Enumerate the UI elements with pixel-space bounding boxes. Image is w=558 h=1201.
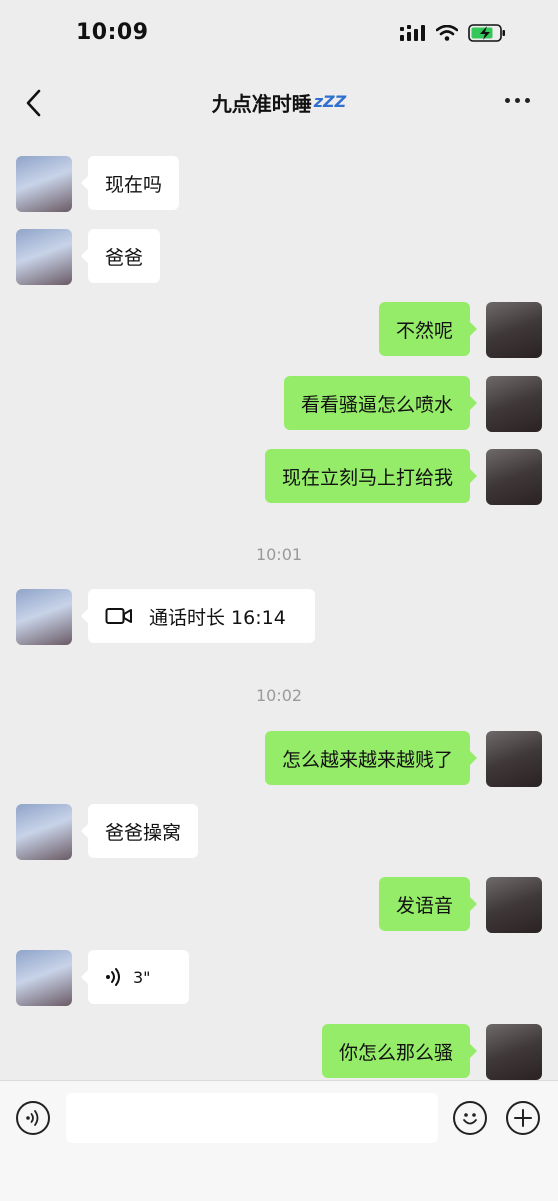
- message-text: 不然呢: [395, 319, 453, 342]
- message-bubble[interactable]: 现在吗: [80, 156, 180, 210]
- message-bubble[interactable]: 不然呢: [378, 302, 478, 356]
- sleeping-emoji: zZZ: [313, 92, 347, 111]
- message-text: 现在吗: [105, 173, 163, 196]
- signal-icon: [400, 25, 425, 41]
- status-bar: 10:09: [0, 0, 558, 70]
- message-bubble[interactable]: 爸爸操窝: [80, 804, 199, 858]
- message-text: 看看骚逼怎么喷水: [300, 393, 453, 416]
- avatar[interactable]: [16, 229, 72, 285]
- avatar[interactable]: [486, 877, 542, 933]
- voice-message[interactable]: 3": [81, 950, 189, 1004]
- avatar[interactable]: [16, 950, 72, 1006]
- message-input[interactable]: [66, 1093, 438, 1143]
- avatar[interactable]: [486, 1024, 542, 1080]
- avatar[interactable]: [486, 302, 542, 358]
- avatar[interactable]: [486, 376, 542, 432]
- message-bubble[interactable]: 爸爸: [80, 229, 161, 283]
- message-bubble[interactable]: 怎么越来越来越贱了: [264, 731, 478, 785]
- avatar[interactable]: [486, 449, 542, 505]
- avatar[interactable]: [16, 589, 72, 645]
- voice-toggle-icon[interactable]: [16, 1101, 50, 1135]
- message-text: 怎么越来越来越贱了: [281, 748, 453, 771]
- status-icons: [400, 24, 506, 42]
- message-bubble[interactable]: 现在立刻马上打给我: [264, 449, 478, 503]
- message-list: 现在吗 爸爸 不然呢 看看骚逼怎么喷水 现在立刻马上打给我 10:01 通话时长…: [0, 138, 558, 1080]
- chat-header: 九点准时睡 zZZ: [0, 70, 558, 138]
- message-text: 现在立刻马上打给我: [281, 466, 453, 489]
- message-text: 爸爸: [105, 246, 144, 269]
- message-bubble[interactable]: 你怎么那么骚: [321, 1024, 478, 1078]
- status-time: 10:09: [76, 20, 149, 45]
- video-call-icon: [105, 608, 132, 624]
- video-call-record[interactable]: 通话时长 16:14: [81, 589, 315, 643]
- chat-title: 九点准时睡 zZZ: [0, 88, 558, 117]
- emoji-icon[interactable]: [453, 1101, 487, 1135]
- timestamp: 10:01: [255, 545, 303, 564]
- avatar[interactable]: [16, 156, 72, 212]
- message-bubble[interactable]: 发语音: [378, 877, 478, 931]
- plus-icon[interactable]: [506, 1101, 540, 1135]
- voice-wave-icon: [106, 968, 120, 986]
- chat-title-text: 九点准时睡: [211, 92, 312, 116]
- message-text: 爸爸操窝: [105, 821, 182, 844]
- message-bubble[interactable]: 看看骚逼怎么喷水: [283, 376, 478, 430]
- wifi-icon: [436, 25, 458, 41]
- message-text: 通话时长 16:14: [149, 606, 286, 629]
- more-icon[interactable]: [505, 98, 530, 103]
- message-text: 发语音: [395, 894, 453, 917]
- avatar[interactable]: [16, 804, 72, 860]
- message-text: 你怎么那么骚: [338, 1041, 453, 1064]
- timestamp: 10:02: [255, 686, 303, 705]
- input-bar: [0, 1080, 558, 1201]
- voice-duration: 3": [133, 967, 151, 987]
- battery-icon: [468, 24, 505, 42]
- avatar[interactable]: [486, 731, 542, 787]
